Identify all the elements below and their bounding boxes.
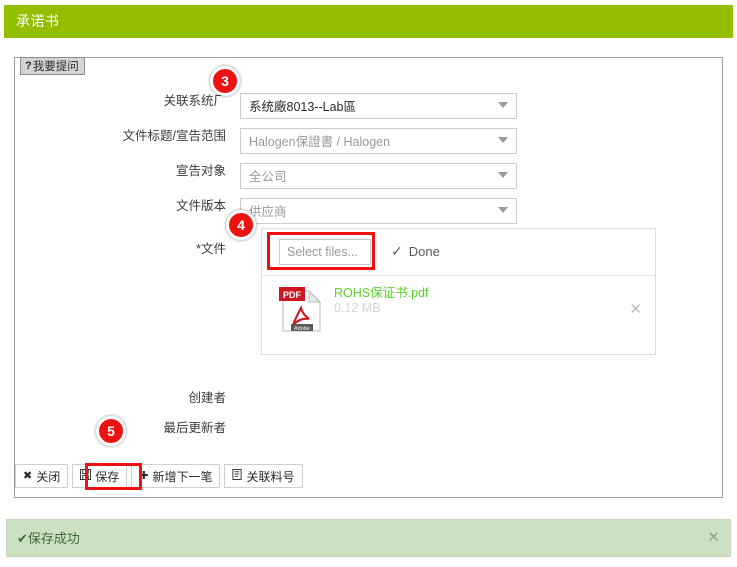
select-related-plant-value: 系统廠8013--Lab區	[249, 100, 356, 114]
field-row-declare-target: 宣告对象 全公司	[110, 163, 517, 189]
ask-question-tab-label: 我要提问	[32, 61, 79, 73]
select-doc-title-value: Halogen保證書 / Halogen	[249, 135, 391, 149]
field-label-file: *文件	[110, 241, 240, 257]
field-row-related-plant: 关联系统厂 系统廠8013--Lab區	[110, 93, 517, 119]
save-button-label: 保存	[95, 469, 120, 484]
check-icon: ✓	[391, 243, 403, 259]
field-row-doc-title: 文件标题/宣告范围 Halogen保證書 / Halogen	[110, 128, 517, 154]
ask-question-tab[interactable]: ? 我要提问	[20, 57, 85, 75]
step-badge-3: 3	[210, 66, 240, 96]
link-part-number-button[interactable]: 关联料号	[224, 464, 303, 488]
svg-text:PDF: PDF	[283, 290, 302, 300]
chevron-down-icon	[498, 102, 508, 108]
form-action-bar: ✖ 关闭 保存 ✚ 新增下一笔 关联料号	[15, 464, 307, 488]
link-part-number-button-label: 关联料号	[246, 469, 295, 484]
field-label-doc-title: 文件标题/宣告范围	[122, 129, 226, 143]
field-label-last-updater: 最后更新者	[163, 421, 226, 435]
upload-status: ✓ Done	[391, 243, 440, 260]
close-button[interactable]: ✖ 关闭	[15, 464, 69, 488]
file-size: 0.12 MB	[334, 301, 381, 315]
chevron-down-icon	[498, 172, 508, 178]
check-icon: ✔	[17, 531, 28, 546]
page-title-bar: 承诺书	[4, 5, 733, 38]
chevron-down-icon	[498, 137, 508, 143]
file-name[interactable]: ROHS保证书.pdf	[334, 286, 428, 301]
close-x-icon: ✖	[23, 469, 33, 482]
file-uploader-toolbar: Select files... ✓ Done	[262, 229, 655, 276]
step-badge-5: 5	[96, 416, 126, 446]
select-declare-target-value: 全公司	[249, 170, 287, 184]
pdf-file-icon: PDF Adobe	[279, 287, 322, 332]
svg-text:Adobe: Adobe	[294, 326, 310, 332]
select-files-button[interactable]: Select files...	[279, 239, 371, 265]
step-badge-4: 4	[226, 210, 256, 240]
chevron-down-icon	[498, 207, 508, 213]
field-label-file-text: 文件	[200, 242, 226, 256]
field-label-declare-target: 宣告对象	[175, 164, 226, 178]
plus-icon: ✚	[139, 469, 149, 482]
success-alert: ✔保存成功 ✕	[6, 519, 731, 557]
success-alert-message: 保存成功	[27, 531, 80, 546]
remove-file-icon[interactable]: ✕	[629, 302, 642, 317]
upload-status-label: Done	[408, 244, 440, 259]
app-screen: 承诺书 ? 我要提问 关联系统厂 系统廠8013--Lab區 文件标题/宣告范围…	[0, 0, 737, 567]
uploaded-file-row: PDF Adobe ROHS保证书.pdf 0.12 MB ✕	[262, 276, 655, 354]
save-button[interactable]: 保存	[72, 464, 128, 488]
file-uploader: Select files... ✓ Done PDF Adobe ROHS保证书…	[261, 228, 656, 355]
field-label-creator: 创建者	[188, 391, 226, 405]
field-label-doc-version: 文件版本	[175, 199, 226, 213]
success-alert-text: ✔保存成功	[17, 530, 80, 547]
page-title: 承诺书	[16, 13, 60, 29]
select-related-plant[interactable]: 系统廠8013--Lab區	[240, 93, 517, 119]
save-disk-icon	[80, 469, 92, 483]
success-alert-close-icon[interactable]: ✕	[707, 529, 720, 546]
file-meta: ROHS保证书.pdf 0.12 MB	[334, 286, 428, 316]
select-declare-target[interactable]: 全公司	[240, 163, 517, 189]
add-next-button[interactable]: ✚ 新增下一笔	[131, 464, 221, 488]
document-link-icon	[232, 469, 243, 483]
select-doc-title[interactable]: Halogen保證書 / Halogen	[240, 128, 517, 154]
select-doc-version[interactable]: 供应商	[240, 198, 517, 224]
add-next-button-label: 新增下一笔	[152, 469, 213, 484]
field-row-doc-version: 文件版本 供应商	[110, 198, 517, 224]
close-button-label: 关闭	[36, 469, 61, 484]
select-doc-version-value: 供应商	[249, 205, 287, 219]
question-mark-icon: ?	[25, 60, 32, 72]
